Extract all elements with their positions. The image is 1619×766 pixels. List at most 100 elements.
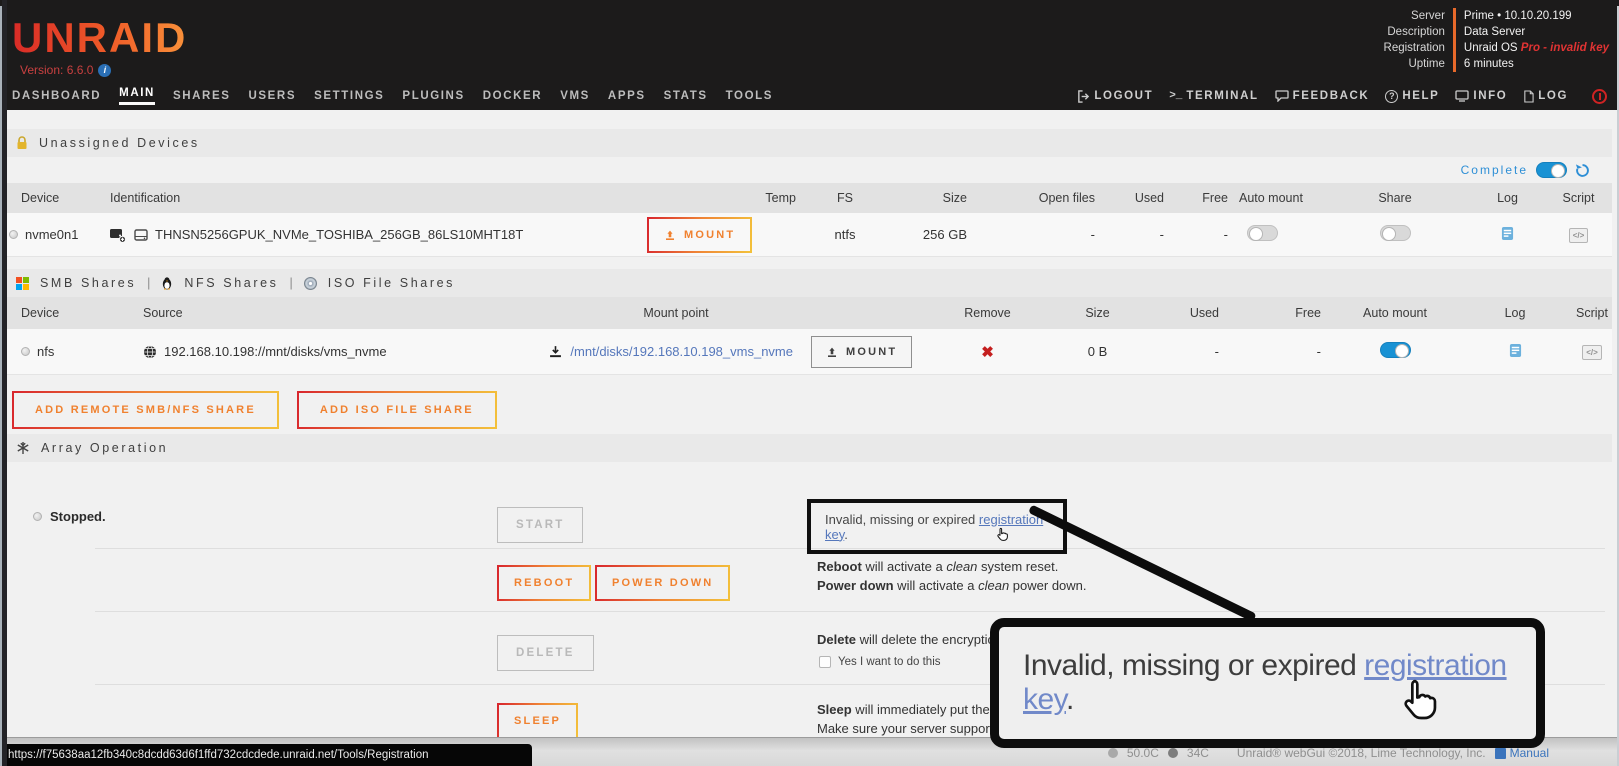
nav-tools[interactable]: TOOLS xyxy=(726,90,773,102)
unraid-main-page: UNRAID Version: 6.6.0 i Server Prime • 1… xyxy=(0,0,1619,766)
device-name[interactable]: nfs xyxy=(37,344,54,359)
mount-point-link[interactable]: /mnt/disks/192.168.10.198_vms_nvme xyxy=(570,344,793,359)
footer-info: 50.0C 34C Unraid® webGui ©2018, Lime Tec… xyxy=(1108,746,1549,760)
device-status-dot xyxy=(9,230,18,239)
log-icon[interactable] xyxy=(1509,343,1522,358)
lock-icon xyxy=(16,136,28,150)
section-unassigned-devices: Unassigned Devices xyxy=(7,129,1612,157)
reboot-help-text: Reboot will activate a clean system rese… xyxy=(817,557,1087,595)
col-temp: Temp xyxy=(740,191,810,205)
share-toggle[interactable] xyxy=(1380,225,1411,241)
power-down-button[interactable]: POWER DOWN xyxy=(595,565,730,601)
col-source: Source xyxy=(107,306,547,320)
nav-users[interactable]: USERS xyxy=(248,90,296,102)
iso-disc-icon xyxy=(304,277,317,290)
col-script: Script xyxy=(1550,191,1607,205)
delete-confirm-label: Yes I want to do this xyxy=(838,656,941,668)
script-icon[interactable]: </> xyxy=(1569,228,1589,243)
nav-vms[interactable]: VMS xyxy=(560,90,590,102)
nav-dashboard[interactable]: DASHBOARD xyxy=(12,90,101,102)
refresh-icon[interactable] xyxy=(1575,163,1590,178)
manual-link[interactable]: Manual xyxy=(1495,746,1549,760)
download-icon[interactable] xyxy=(549,345,562,358)
col-size: Size xyxy=(880,191,977,205)
nav-logout[interactable]: LOGOUT xyxy=(1077,90,1153,103)
nav-apps[interactable]: APPS xyxy=(608,90,646,102)
nav-plugins[interactable]: PLUGINS xyxy=(402,90,464,102)
add-share-buttons: ADD REMOTE SMB/NFS SHARE ADD ISO FILE SH… xyxy=(7,391,1612,429)
col-device: Device xyxy=(7,306,107,320)
iso-file-shares-title[interactable]: ISO File Shares xyxy=(328,276,455,290)
copyright-text: Unraid® webGui ©2018, Lime Technology, I… xyxy=(1237,746,1486,760)
version-info-icon[interactable]: i xyxy=(98,64,111,77)
log-icon[interactable] xyxy=(1501,226,1514,241)
script-icon[interactable]: </> xyxy=(1582,345,1602,360)
nav-stats[interactable]: STATS xyxy=(664,90,708,102)
nav-info[interactable]: INFO xyxy=(1455,90,1507,102)
section-title: Array Operation xyxy=(41,441,168,455)
registration-error-message: Invalid, missing or expired registration… xyxy=(825,512,1049,542)
device-identification[interactable]: THNSN5256GPUK_NVMe_TOSHIBA_256GB_86LS10M… xyxy=(155,227,523,242)
auto-mount-toggle[interactable] xyxy=(1247,225,1278,241)
help-icon: ? xyxy=(1385,90,1398,103)
reboot-button[interactable]: REBOOT xyxy=(497,565,591,601)
temp-dot-icon xyxy=(1168,748,1178,758)
add-remote-smb-nfs-share-button[interactable]: ADD REMOTE SMB/NFS SHARE xyxy=(12,391,279,429)
sleep-button[interactable]: SLEEP xyxy=(497,703,578,739)
size-value: 0 B xyxy=(1065,344,1130,359)
array-status: Stopped. xyxy=(33,509,106,524)
col-used: Used xyxy=(1102,191,1172,205)
registration-error-highlight-box: Invalid, missing or expired registration… xyxy=(807,499,1067,554)
remove-icon[interactable]: ✖ xyxy=(981,344,994,361)
auto-mount-toggle[interactable] xyxy=(1380,342,1411,358)
start-button: START xyxy=(497,507,583,543)
used-value: - xyxy=(1130,344,1235,359)
delete-confirm-checkbox[interactable] xyxy=(819,656,831,668)
mount-button[interactable]: MOUNT xyxy=(647,217,752,253)
col-fs: FS xyxy=(810,191,880,205)
col-script: Script xyxy=(1565,306,1619,320)
registration-label: Registration xyxy=(1384,40,1456,56)
nav-main[interactable]: MAIN xyxy=(119,87,155,105)
col-auto-mount: Auto mount xyxy=(1235,191,1325,205)
complete-label: Complete xyxy=(1461,163,1528,177)
delete-confirm-row: Yes I want to do this xyxy=(819,656,941,668)
unraid-logo[interactable]: UNRAID xyxy=(12,14,187,62)
source-cell: 192.168.10.198://mnt/disks/vms_nvme xyxy=(107,344,547,359)
col-auto-mount: Auto mount xyxy=(1325,306,1465,320)
nav-help[interactable]: ? HELP xyxy=(1385,90,1439,103)
nav-shares[interactable]: SHARES xyxy=(173,90,231,102)
disk-add-icon[interactable] xyxy=(109,227,127,243)
col-free: Free xyxy=(1172,191,1235,205)
server-value: Prime • 10.10.20.199 xyxy=(1456,8,1609,24)
col-log: Log xyxy=(1465,306,1565,320)
mount-button[interactable]: MOUNT xyxy=(811,336,912,368)
nfs-penguin-icon xyxy=(161,276,173,290)
share-row: nfs 192.168.10.198://mnt/disks/vms_nvme … xyxy=(7,329,1612,375)
device-cell: nfs xyxy=(7,344,107,359)
nav-log[interactable]: LOG xyxy=(1523,90,1568,103)
col-device: Device xyxy=(7,191,107,205)
add-iso-file-share-button[interactable]: ADD ISO FILE SHARE xyxy=(297,391,497,429)
nfs-shares-title[interactable]: NFS Shares xyxy=(184,276,278,290)
terminal-icon: >_ xyxy=(1169,90,1182,102)
fs-value: ntfs xyxy=(810,227,880,242)
alert-notification-icon[interactable] xyxy=(1592,89,1607,104)
drive-icon xyxy=(134,229,148,241)
nav-terminal[interactable]: >_ TERMINAL xyxy=(1169,90,1258,102)
uptime-value: 6 minutes xyxy=(1456,56,1609,72)
identification-cell: THNSN5256GPUK_NVMe_TOSHIBA_256GB_86LS10M… xyxy=(107,227,635,243)
nav-docker[interactable]: DOCKER xyxy=(483,90,542,102)
page-left-border xyxy=(2,0,7,766)
nav-feedback[interactable]: FEEDBACK xyxy=(1275,90,1370,102)
complete-toggle[interactable] xyxy=(1536,162,1567,178)
array-status-text: Stopped. xyxy=(50,509,106,524)
nav-settings[interactable]: SETTINGS xyxy=(314,90,384,102)
description-value: Data Server xyxy=(1456,24,1609,40)
smb-windows-icon xyxy=(16,277,29,290)
used-value: - xyxy=(1102,227,1172,242)
logout-icon xyxy=(1077,90,1090,103)
info-monitor-icon xyxy=(1455,90,1469,102)
device-name[interactable]: nvme0n1 xyxy=(25,227,78,242)
smb-shares-title[interactable]: SMB Shares xyxy=(40,276,136,290)
